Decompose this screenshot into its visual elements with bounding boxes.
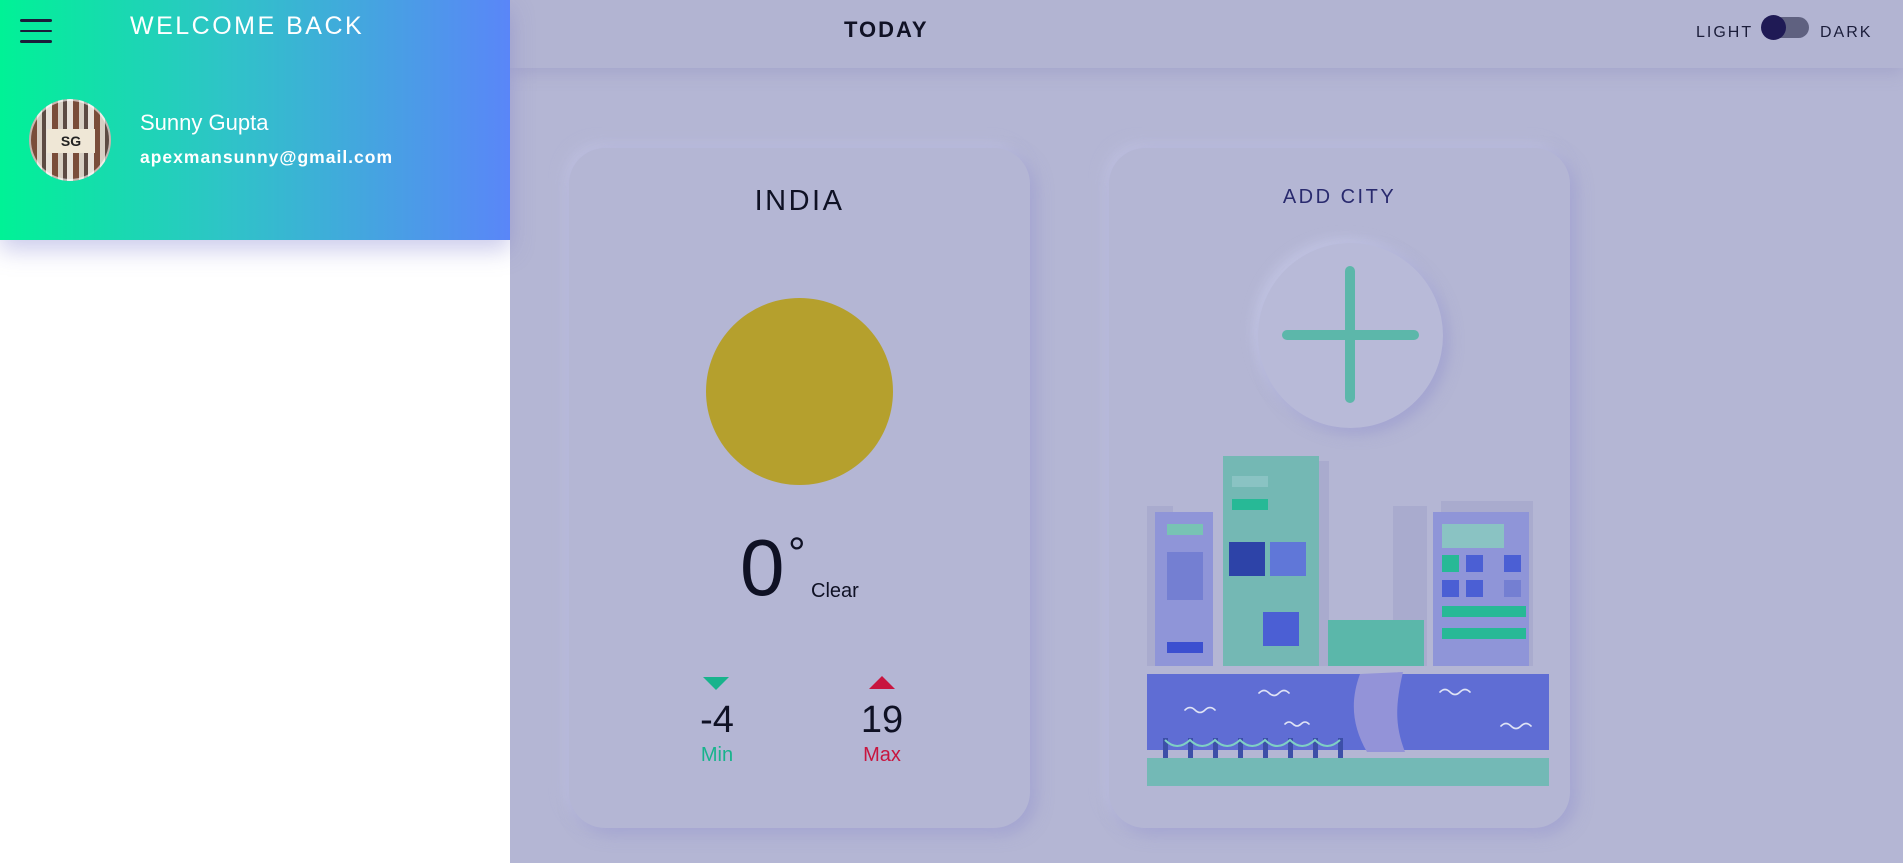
avatar: SG [29, 99, 111, 181]
add-city-title: ADD CITY [1282, 186, 1397, 208]
temperature-value: 0 [740, 523, 785, 612]
add-city-button[interactable] [1258, 243, 1443, 428]
weather-condition: Clear [811, 580, 859, 602]
min-temperature-value: -4 [700, 699, 734, 741]
arrow-down-icon [703, 677, 729, 690]
city-illustration [1147, 456, 1549, 786]
add-city-card[interactable]: ADD CITY [1109, 148, 1570, 828]
welcome-heading: WELCOME BACK [130, 12, 365, 40]
degree-symbol: ° [788, 529, 806, 578]
sun-icon [706, 298, 893, 485]
avatar-initials: SG [47, 129, 95, 153]
plus-icon-bar [1282, 330, 1419, 340]
theme-toggle[interactable] [1761, 15, 1809, 40]
arrow-up-icon [869, 676, 895, 689]
hamburger-menu-icon[interactable] [20, 19, 52, 43]
sidebar: WELCOME BACK SG Sunny Gupta apexmansunny… [0, 0, 510, 863]
theme-light-label: LIGHT [1696, 24, 1754, 41]
theme-toggle-knob [1761, 15, 1786, 40]
theme-dark-label: DARK [1820, 24, 1873, 41]
weather-card: INDIA 0 ° Clear -4 19 Min Max [569, 148, 1030, 828]
page-title: TODAY [844, 17, 929, 42]
top-bar: TODAY LIGHT DARK [510, 0, 1903, 68]
user-email: apexmansunny@gmail.com [140, 147, 394, 167]
sidebar-header: WELCOME BACK SG Sunny Gupta apexmansunny… [0, 0, 510, 240]
max-temperature-value: 19 [860, 699, 904, 741]
max-temperature-label: Max [863, 744, 901, 766]
min-temperature-label: Min [700, 744, 734, 766]
location-name: INDIA [754, 185, 845, 217]
user-name: Sunny Gupta [140, 110, 269, 135]
